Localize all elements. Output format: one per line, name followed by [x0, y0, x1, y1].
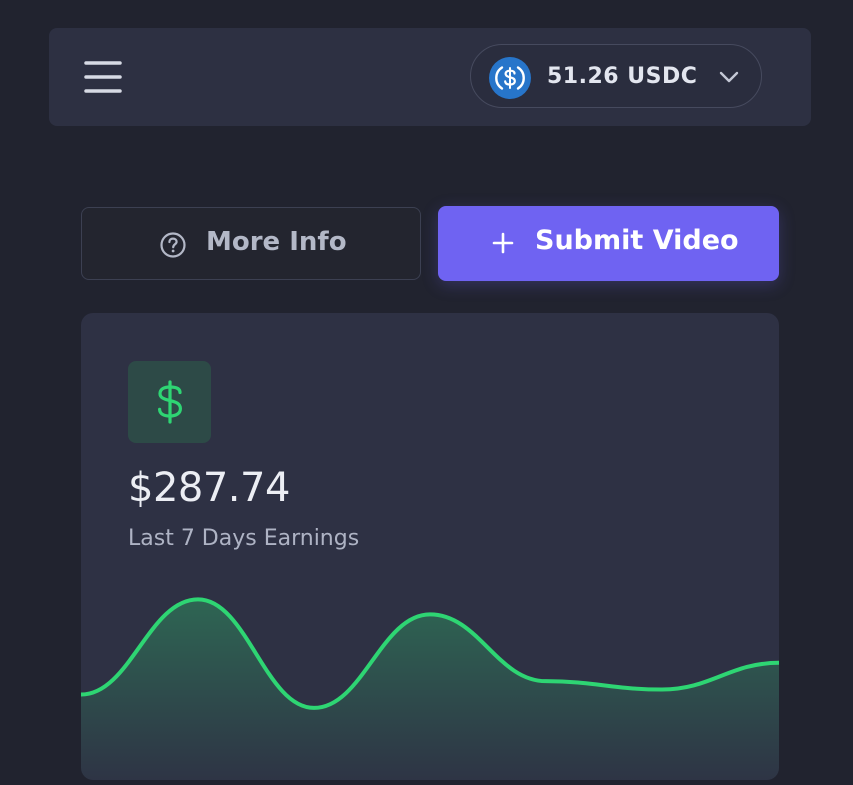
earnings-amount: $287.74: [128, 465, 290, 511]
usdc-coin-icon: [489, 57, 531, 99]
dollar-icon: [158, 380, 183, 424]
earnings-sparkline: [81, 597, 779, 780]
more-info-label: More Info: [206, 227, 347, 257]
plus-icon: [492, 232, 514, 254]
earnings-icon-badge: [128, 361, 211, 443]
earnings-card: $287.74 Last 7 Days Earnings: [81, 313, 779, 780]
hamburger-menu-button[interactable]: [83, 58, 123, 96]
more-info-button[interactable]: More Info: [81, 207, 421, 280]
wallet-balance-button[interactable]: 51.26 USDC: [470, 44, 762, 108]
submit-video-button[interactable]: Submit Video: [438, 206, 779, 281]
chevron-down-icon: [719, 71, 739, 83]
wallet-balance-amount: 51.26 USDC: [547, 64, 698, 89]
submit-video-label: Submit Video: [535, 225, 739, 256]
top-bar: 51.26 USDC: [49, 28, 811, 126]
question-circle-icon: [160, 232, 186, 258]
earnings-period-label: Last 7 Days Earnings: [128, 526, 360, 551]
hamburger-menu-icon: [84, 61, 122, 93]
